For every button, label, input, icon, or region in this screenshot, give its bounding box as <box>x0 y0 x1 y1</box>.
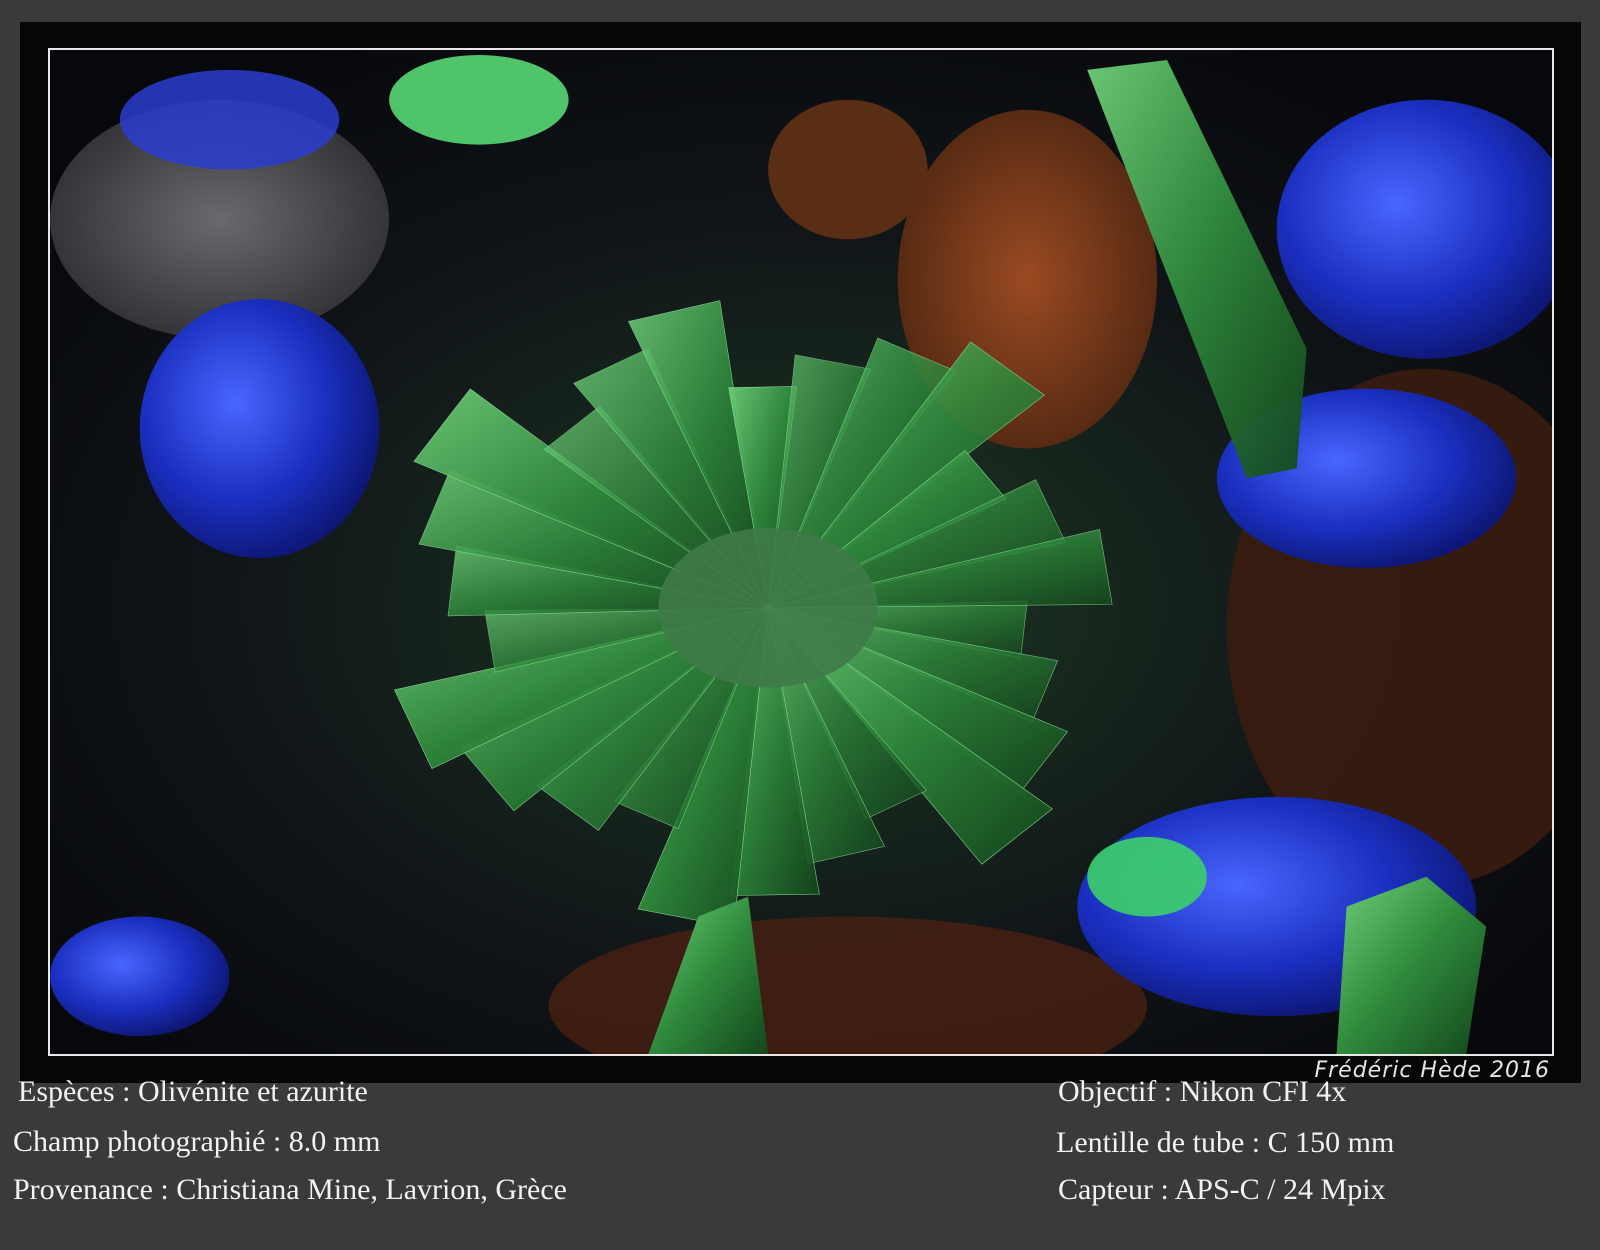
field-caption: Champ photographié : 8.0 mm <box>13 1125 381 1158</box>
origin-caption: Provenance : Christiana Mine, Lavrion, G… <box>13 1173 567 1206</box>
olivenite-core <box>658 528 878 688</box>
species-caption: Espèces : Olivénite et azurite <box>18 1075 368 1108</box>
tube-lens-caption: Lentille de tube : C 150 mm <box>1056 1126 1395 1159</box>
objective-caption: Objectif : Nikon CFI 4x <box>1058 1075 1347 1108</box>
sensor-caption: Capteur : APS-C / 24 Mpix <box>1058 1173 1386 1206</box>
photographer-signature: Frédéric Hède 2016 <box>1314 1058 1550 1083</box>
mineral-photo <box>48 48 1554 1056</box>
mineral-photo-image <box>50 50 1552 1054</box>
